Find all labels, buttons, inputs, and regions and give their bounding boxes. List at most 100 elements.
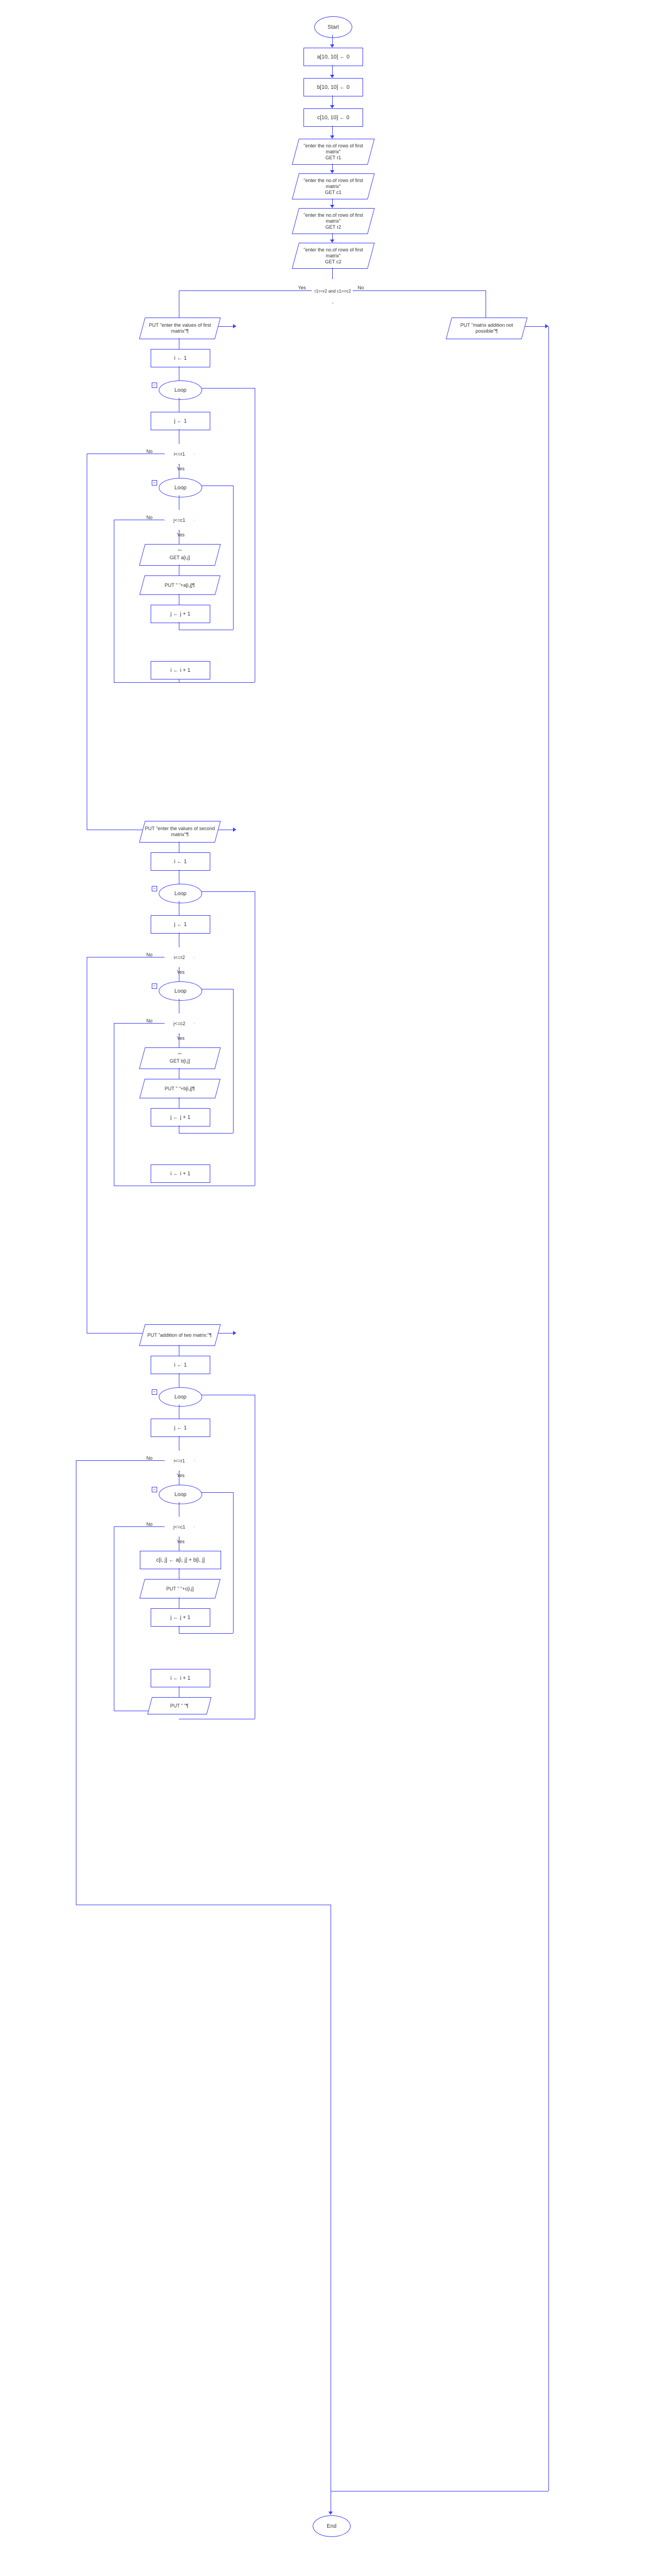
process-j-inc-2: j ← j + 1 [151, 1108, 210, 1127]
process-init-c: c[10, 10] ← 0 [303, 108, 363, 127]
io-enter-second: PUT "enter the values of second matrix"¶ [139, 821, 221, 843]
connector [332, 126, 333, 137]
connector [332, 35, 333, 46]
connector [353, 290, 486, 291]
io-addition-title: PUT "addition of two matrix:"¶ [139, 1324, 221, 1346]
loop-inner-2: Loop [159, 981, 202, 1001]
prompt-text: "enter the no.of rows of first matrix" [303, 178, 363, 189]
io-put-newline: PUT " "¶ [147, 1697, 212, 1714]
get-text: GET c1 [325, 189, 341, 195]
connector [201, 1492, 233, 1493]
process-init-b: b[10, 10] ← 0 [303, 78, 363, 96]
process-j-inc-3: j ← j + 1 [151, 1608, 210, 1627]
prompt-text: "" [178, 1052, 182, 1058]
decision-dims-match: r1==r2 and c1==c2 [312, 279, 354, 303]
prompt-text: "enter the no.of rows of first matrix" [303, 143, 363, 154]
io-get-r1: "enter the no.of rows of first matrix"GE… [292, 139, 375, 165]
collapse-handle[interactable]: − [152, 983, 157, 989]
decision-j-c2: j<=c2 [164, 1013, 195, 1034]
yes-label: Yes [298, 285, 306, 290]
condition-text: j<=c1 [173, 517, 185, 523]
connector [332, 268, 333, 279]
connector [179, 682, 255, 683]
io-not-possible: PUT "matrix addition not possible"¶ [446, 318, 528, 339]
output-text: PUT " "+c[i,j] [166, 1586, 193, 1592]
yes-label: Yes [177, 1473, 185, 1478]
loop-inner-3: Loop [159, 1485, 202, 1504]
io-get-c2: "enter the no.of rows of first matrix"GE… [292, 243, 375, 269]
output-text: PUT " "+b[i,j]¶ [165, 1086, 195, 1092]
connector [114, 1526, 164, 1527]
process-j-init-1: j ← 1 [151, 412, 210, 430]
prompt-text: "" [178, 549, 182, 554]
get-text: GET b[i,j] [170, 1058, 190, 1064]
condition-text: i<=r1 [174, 451, 185, 457]
condition-text: i<=r2 [174, 955, 185, 960]
connector [332, 65, 333, 76]
get-text: GET c2 [325, 258, 341, 264]
decision-j-c1-1: j<=c1 [164, 509, 195, 531]
connector [548, 326, 549, 2491]
get-text: GET r1 [326, 154, 341, 160]
process-compute-c: c[i, j] ← a[i, j] + b[i, j] [140, 1551, 221, 1569]
decision-j-c1-3: j<=c1 [164, 1516, 195, 1538]
collapse-handle[interactable]: − [152, 480, 157, 486]
connector [525, 326, 546, 327]
output-text: PUT "matrix addition not possible"¶ [451, 322, 522, 334]
process-j-init-2: j ← 1 [151, 915, 210, 934]
condition-text: r1==r2 and c1==c2 [314, 289, 351, 294]
decision-i-r1-3: i<=r1 [164, 1450, 195, 1472]
prompt-text: "enter the no.of rows of first matrix" [303, 247, 363, 258]
io-put-cij: PUT " "+c[i,j] [139, 1579, 221, 1598]
io-get-r2: "enter the no.of rows of first matrix"GE… [292, 208, 375, 234]
process-i-init-3: i ← 1 [151, 1356, 210, 1374]
process-init-a: a[10, 10] ← 0 [303, 48, 363, 66]
output-text: PUT "addition of two matrix:"¶ [147, 1332, 212, 1338]
connector [114, 1023, 164, 1024]
io-get-c1: "enter the no.of rows of first matrix"GE… [292, 173, 375, 199]
no-label: No [358, 285, 364, 290]
connector [201, 891, 255, 892]
io-put-aij: PUT " "+a[i,j]¶ [139, 575, 221, 595]
process-j-inc-1: j ← j + 1 [151, 605, 210, 623]
connector [218, 1333, 234, 1334]
connector [201, 388, 255, 389]
output-text: PUT " "¶ [170, 1703, 189, 1709]
yes-label: Yes [177, 466, 185, 471]
connector [332, 95, 333, 106]
start-terminal: Start [314, 16, 352, 38]
collapse-handle[interactable]: − [152, 1487, 157, 1492]
collapse-handle[interactable]: − [152, 886, 157, 891]
output-text: PUT "enter the values of first matrix"¶ [145, 322, 215, 334]
loop-outer-2: Loop [159, 884, 202, 903]
io-enter-first: PUT "enter the values of first matrix"¶ [139, 318, 221, 339]
process-i-inc-3: i ← i + 1 [151, 1669, 210, 1687]
yes-label: Yes [177, 1539, 185, 1544]
condition-text: j<=c1 [173, 1524, 185, 1530]
connector [179, 290, 312, 291]
process-i-init-2: i ← 1 [151, 852, 210, 871]
collapse-handle[interactable]: − [152, 1389, 157, 1395]
output-text: PUT " "+a[i,j]¶ [165, 582, 195, 588]
get-text: GET a[i,j] [170, 555, 190, 560]
arrow [233, 1331, 236, 1335]
loop-outer-3: Loop [159, 1387, 202, 1407]
collapse-handle[interactable]: − [152, 383, 157, 388]
process-i-inc-1: i ← i + 1 [151, 661, 210, 679]
io-put-bij: PUT " "+b[i,j]¶ [139, 1079, 221, 1098]
decision-i-r1-1: i<=r1 [164, 443, 195, 465]
connector [114, 682, 179, 683]
output-text: PUT "enter the values of second matrix"¶ [145, 826, 215, 838]
condition-text: j<=c2 [173, 1021, 185, 1026]
connector [233, 989, 234, 1133]
arrow [233, 827, 236, 832]
connector [179, 1133, 233, 1134]
arrow [233, 324, 236, 328]
arrow [328, 2512, 333, 2515]
condition-text: i<=r1 [174, 1458, 185, 1464]
connector [218, 326, 234, 327]
decision-i-r2: i<=r2 [164, 947, 195, 968]
loop-inner-1: Loop [159, 478, 202, 497]
connector [76, 1460, 164, 1461]
process-j-init-3: j ← 1 [151, 1419, 210, 1437]
